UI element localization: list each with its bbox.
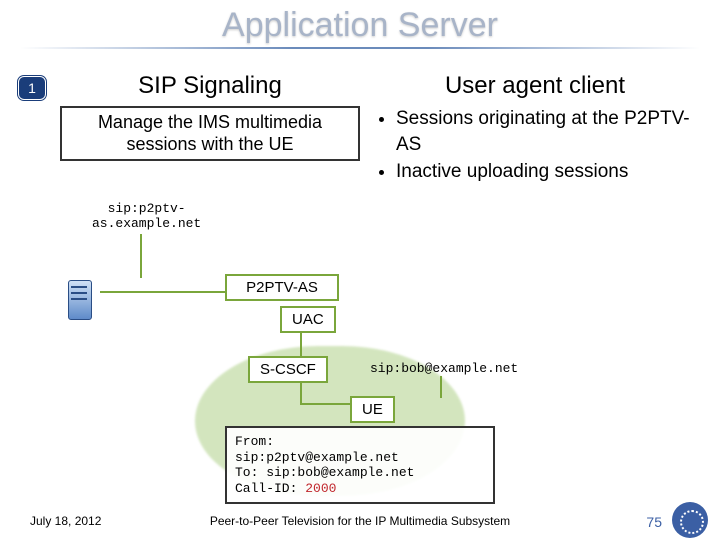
connector xyxy=(300,331,302,356)
connector xyxy=(300,381,302,403)
server-icon xyxy=(62,274,98,324)
node-s-cscf: S-CSCF xyxy=(248,356,328,383)
bullet-2: Inactive uploading sessions xyxy=(396,159,700,185)
right-heading: User agent client xyxy=(370,72,700,100)
connector xyxy=(100,291,225,293)
slide-title: Application Server xyxy=(0,6,720,45)
node-p2ptv-as: P2PTV-AS xyxy=(225,274,339,301)
sip-line1: sip:p2ptv- xyxy=(92,201,201,216)
bullet-list: Sessions originating at the P2PTV-AS Ina… xyxy=(378,106,700,185)
step-badge: 1 xyxy=(18,76,46,100)
connector xyxy=(440,376,442,398)
node-ue: UE xyxy=(350,396,395,423)
sip-address: sip:p2ptv- as.example.net xyxy=(92,201,201,231)
sip-bob: sip:bob@example.net xyxy=(370,361,518,376)
title-rule xyxy=(20,47,700,49)
sip-line2: as.example.net xyxy=(92,216,201,231)
page-number: 75 xyxy=(646,514,662,530)
connector xyxy=(300,403,350,405)
sip-message-box: From: sip:p2ptv@example.net To: sip:bob@… xyxy=(225,426,495,504)
footer-caption: Peer-to-Peer Television for the IP Multi… xyxy=(0,514,720,528)
connector xyxy=(140,234,142,278)
bullet-1: Sessions originating at the P2PTV-AS xyxy=(396,106,700,157)
left-heading: SIP Signaling xyxy=(60,72,360,100)
node-uac: UAC xyxy=(280,306,336,333)
ims-desc-box: Manage the IMS multimedia sessions with … xyxy=(60,106,360,161)
brand-logo-icon xyxy=(672,502,708,538)
